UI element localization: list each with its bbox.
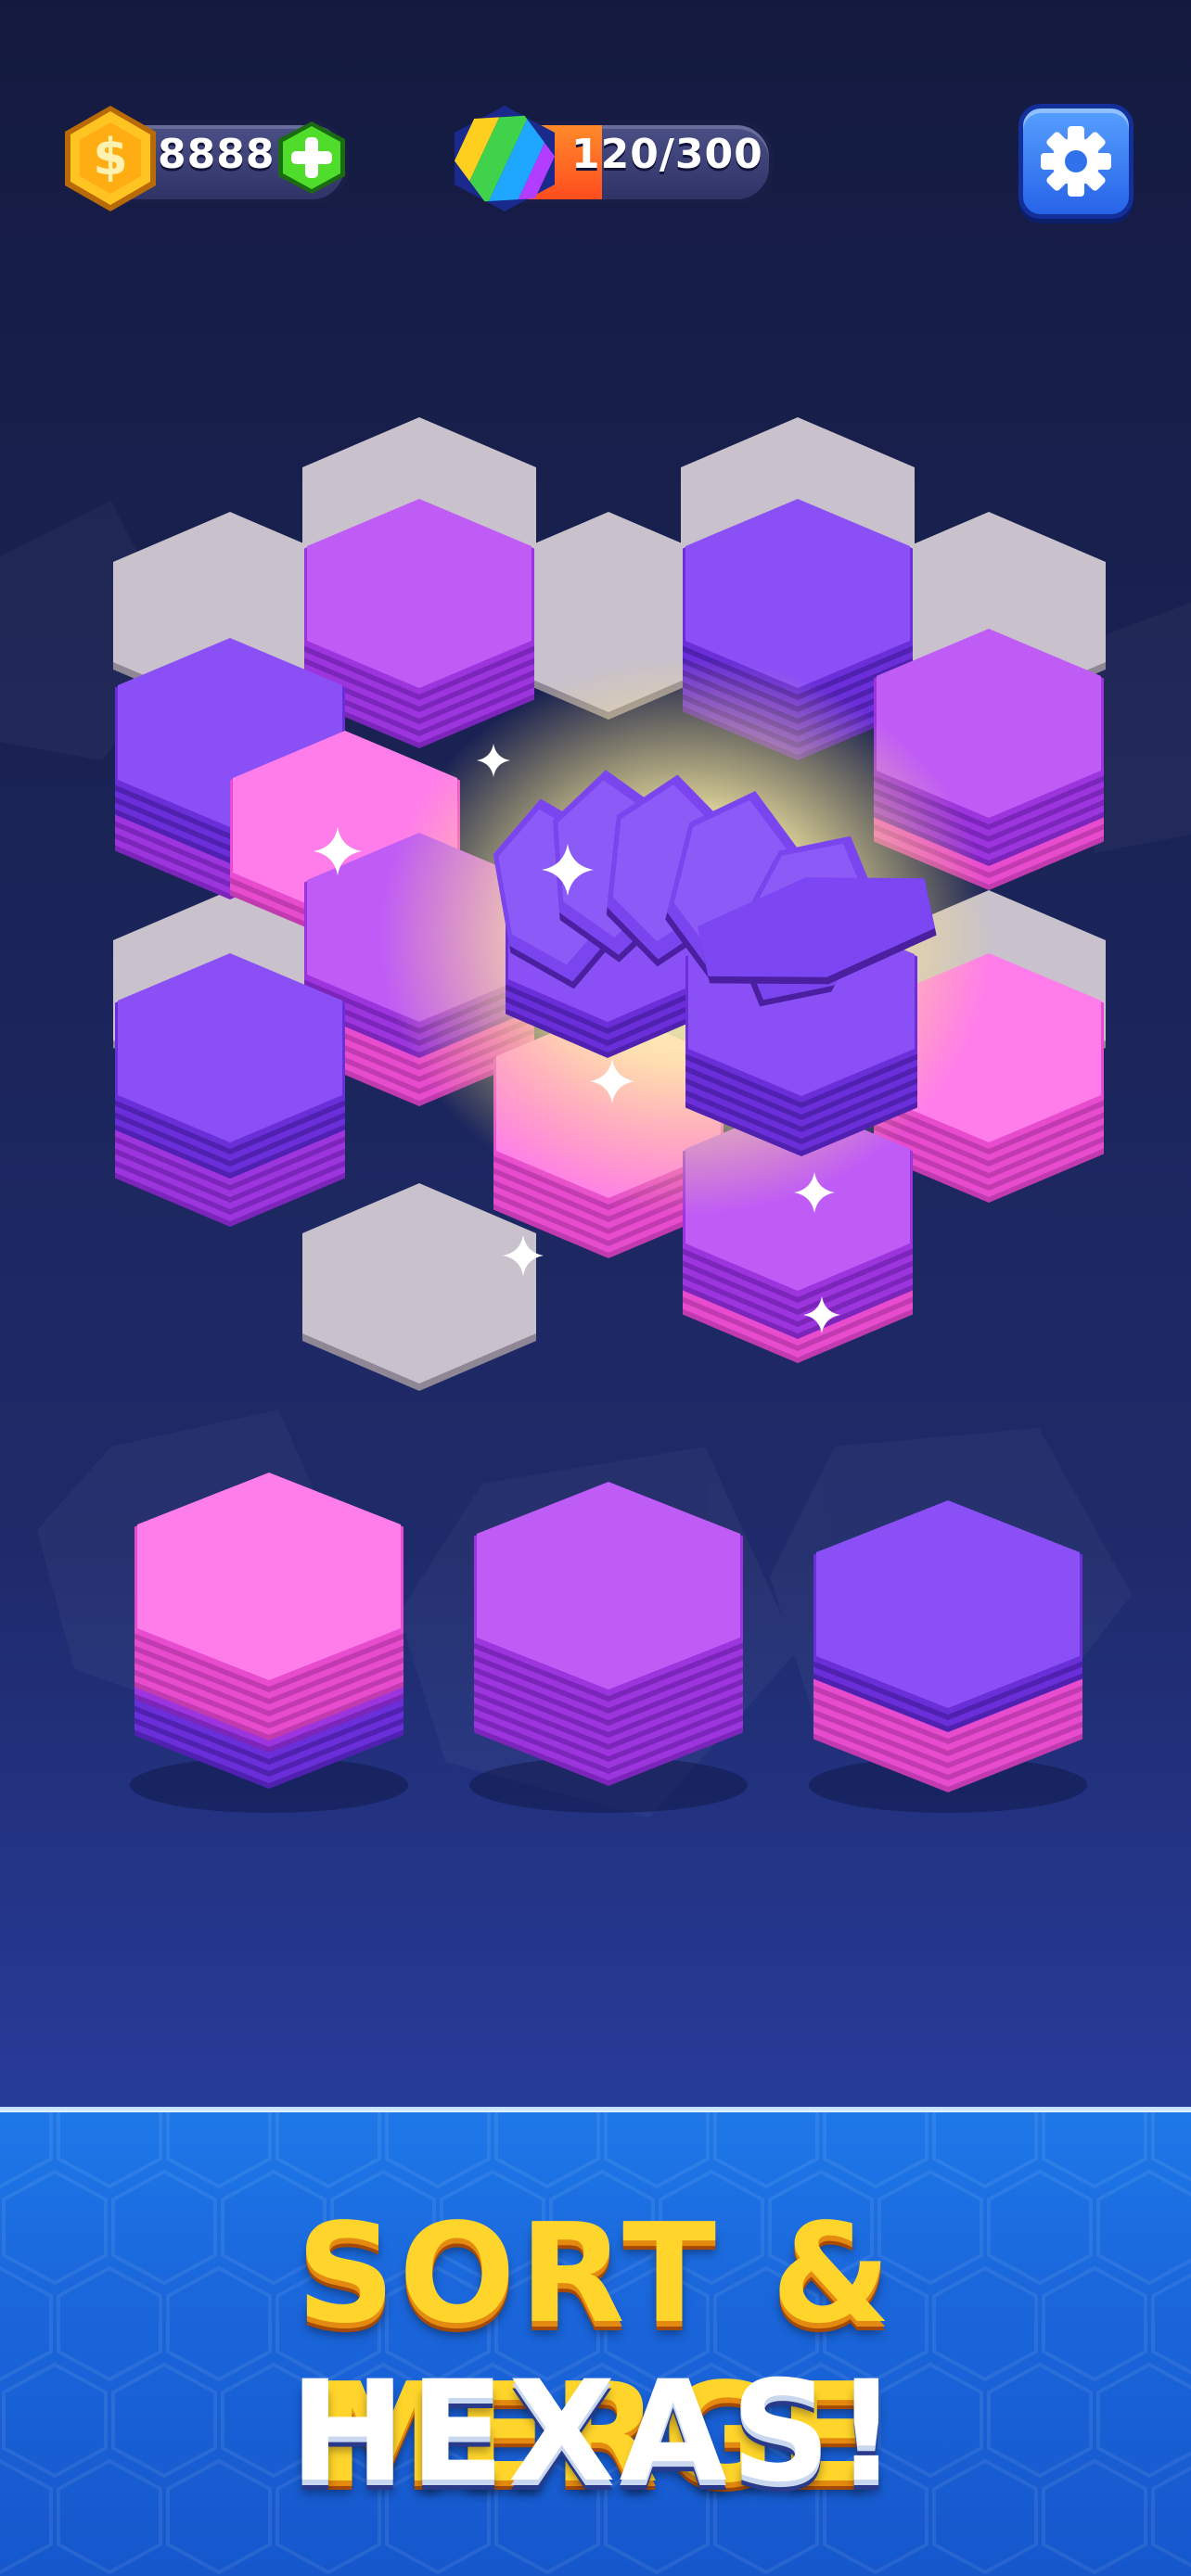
tray-stack-1[interactable] [130,1473,408,1813]
tray-stack-3[interactable] [809,1500,1087,1813]
board-stack[interactable] [115,953,345,1227]
merge-effect [380,658,992,1215]
tray-stack-tile[interactable] [474,1482,743,1786]
tray-stack-tile[interactable] [813,1500,1082,1792]
tray-stack-2[interactable] [469,1482,748,1813]
banner-title-line2: HEXAS! [288,2352,903,2513]
hex-board[interactable] [0,0,1191,2112]
empty-cell[interactable] [302,1183,536,1391]
tray-stack-tile[interactable] [134,1473,403,1789]
